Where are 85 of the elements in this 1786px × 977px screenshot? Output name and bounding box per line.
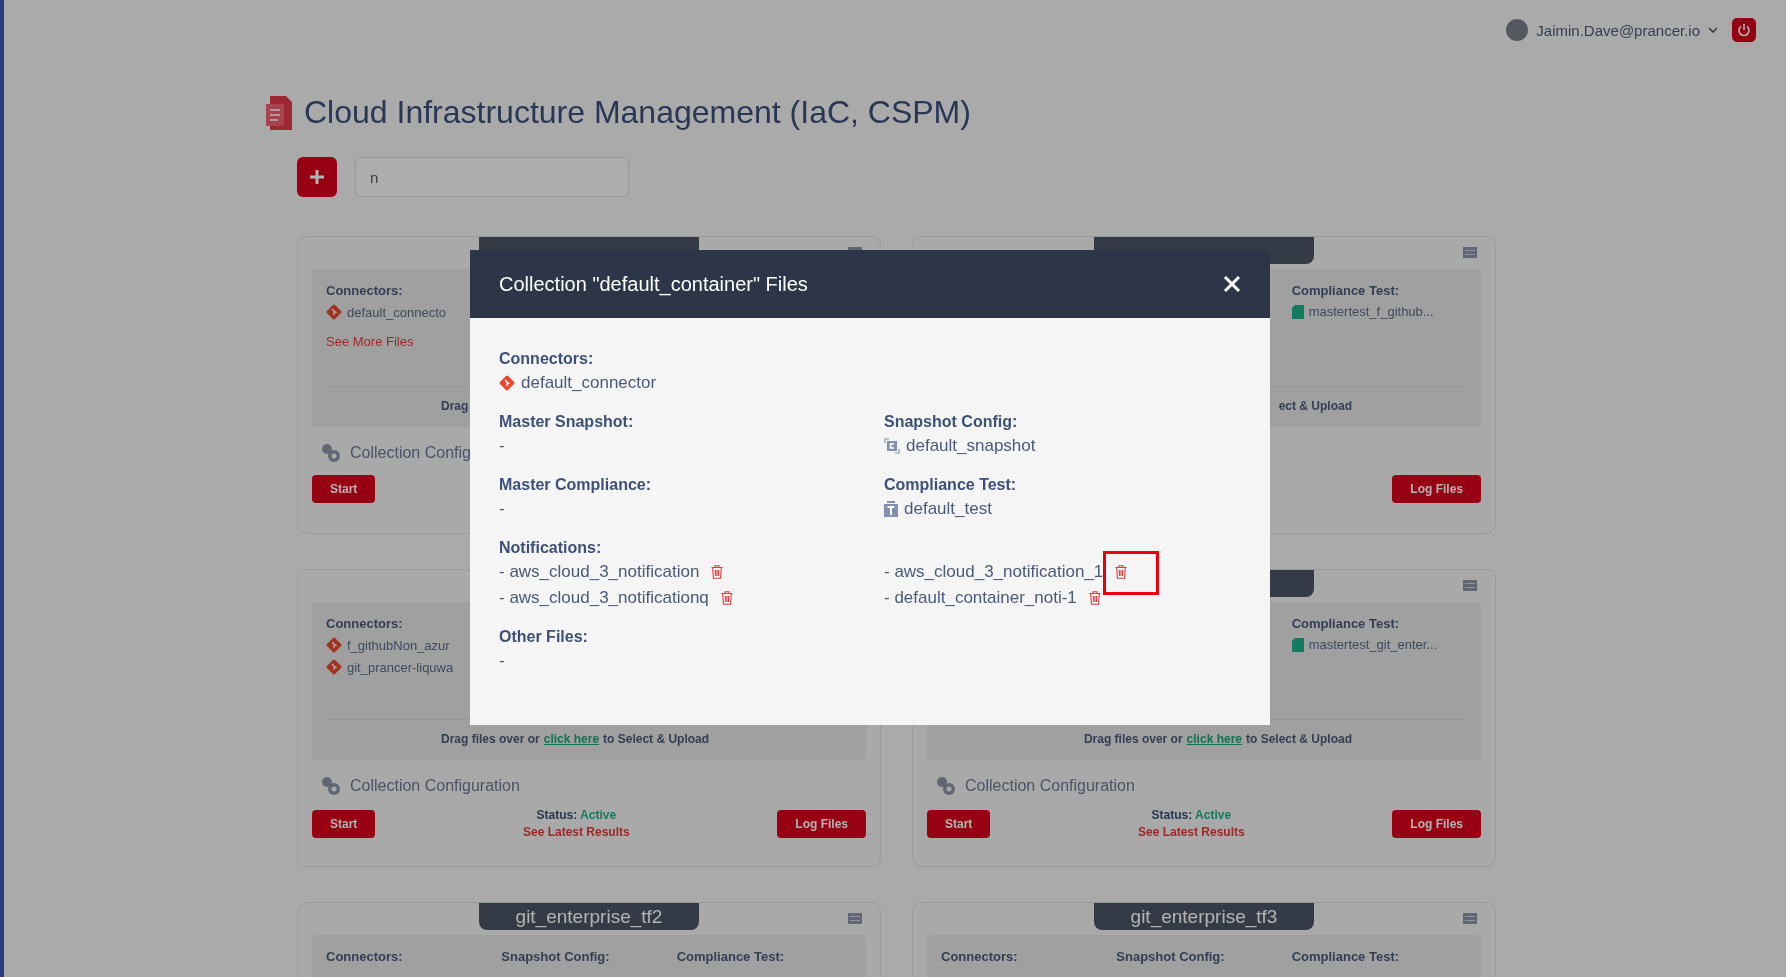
file-icon xyxy=(1291,304,1304,319)
add-button[interactable] xyxy=(297,157,337,197)
status-value: Active xyxy=(1195,808,1232,822)
upload-link[interactable]: click here xyxy=(1186,732,1242,746)
snapshot-label: Snapshot Config: xyxy=(501,949,611,964)
caret-icon[interactable] xyxy=(1708,27,1718,33)
drop-hint: Drag xyxy=(441,399,469,413)
connector-name: f_githubNon_azur xyxy=(347,637,450,653)
trash-icon[interactable] xyxy=(1088,591,1101,605)
collection-title: git_enterprise_tf3 xyxy=(1094,903,1314,930)
connectors-label: Connectors: xyxy=(941,949,1019,964)
search-field[interactable]: n xyxy=(355,157,629,197)
field-label: Snapshot Config: xyxy=(884,412,1019,432)
start-button[interactable]: Start xyxy=(927,809,991,838)
start-button[interactable]: Start xyxy=(312,475,376,503)
gears-icon xyxy=(320,775,342,797)
field-label: Master Snapshot: xyxy=(499,412,635,432)
file-name: - xyxy=(499,435,505,457)
diamond-icon xyxy=(326,637,342,653)
status-label: Status: xyxy=(536,808,578,822)
drop-hint: Drag files over or xyxy=(441,732,540,746)
diamond-icon xyxy=(326,304,342,320)
drop-hint: to Select & Upload xyxy=(603,732,710,746)
results-link[interactable]: See Latest Results xyxy=(1137,825,1245,839)
connectors-label: Connectors: xyxy=(326,949,404,964)
status-value: Active xyxy=(580,808,617,822)
configuration-label: Collection Configuration xyxy=(965,777,1135,795)
compliance-label: Compliance Test: xyxy=(676,949,786,964)
connectors-label: Connectors: xyxy=(326,283,404,298)
file-name: - xyxy=(499,498,505,520)
field-label: Other Files: xyxy=(499,627,589,647)
snapshot-icon xyxy=(884,438,900,454)
connectors-label: Connectors: xyxy=(326,616,404,631)
file-name: - aws_cloud_3_notification xyxy=(499,561,700,583)
configuration-label: Collection Configuration xyxy=(350,777,520,795)
file-name: default_test xyxy=(904,498,992,520)
field-label: Connectors: xyxy=(499,349,595,369)
field-label: Master Compliance: xyxy=(499,475,653,495)
drop-hint: to Select & Upload xyxy=(1246,732,1352,746)
trash-icon[interactable] xyxy=(711,565,724,579)
status-label: Status: xyxy=(1151,808,1193,822)
page-title: Cloud Infrastructure Management (IaC, CSPM) xyxy=(304,94,971,131)
file-name: - aws_cloud_3_notification_1 xyxy=(884,561,1104,583)
log-files-button[interactable]: Log Files xyxy=(1392,475,1481,503)
diamond-icon xyxy=(326,659,342,675)
see-more-link[interactable]: See More Files xyxy=(326,334,414,349)
plus-icon xyxy=(309,169,325,185)
results-link[interactable]: See Latest Results xyxy=(522,825,630,839)
drop-hint: Drag files over or xyxy=(1083,732,1183,746)
compliance-label: Compliance Test: xyxy=(1291,949,1401,964)
dialog-title: Collection "default_container" Files xyxy=(499,272,808,296)
drop-hint: ect & Upload xyxy=(1278,399,1352,413)
gears-icon xyxy=(320,442,342,464)
user-email[interactable]: Jaimin.Dave@prancer.io xyxy=(1536,21,1700,39)
file-name: default_connector xyxy=(521,372,657,394)
log-files-button[interactable]: Log Files xyxy=(777,809,866,838)
start-button[interactable]: Start xyxy=(312,809,376,838)
upload-link[interactable]: click here xyxy=(543,732,600,746)
close-button[interactable] xyxy=(1223,275,1241,293)
test-name: mastertest_f_github... xyxy=(1308,304,1434,319)
file-icon xyxy=(1291,637,1304,652)
snapshot-label: Snapshot Config: xyxy=(1116,949,1226,964)
configuration-label: Collection Config xyxy=(350,444,471,462)
document-icon xyxy=(266,95,292,130)
logout-button[interactable] xyxy=(1732,18,1756,42)
compliance-label: Compliance Test: xyxy=(1291,616,1401,631)
test-name: mastertest_git_enter... xyxy=(1308,637,1438,652)
diamond-icon xyxy=(499,375,515,391)
field-label: Compliance Test: xyxy=(884,475,1018,495)
file-name: - default_container_noti-1 xyxy=(884,587,1077,609)
file-name: - aws_cloud_3_notificationq xyxy=(499,587,709,609)
gears-icon xyxy=(935,775,957,797)
collection-title: git_enterprise_tf2 xyxy=(479,903,699,930)
connector-name: default_connecto xyxy=(347,304,447,320)
avatar-icon[interactable] xyxy=(1506,19,1529,41)
connector-name: git_prancer-liquwa xyxy=(347,659,454,675)
file-name: - xyxy=(499,650,505,672)
compliance-label: Compliance Test: xyxy=(1291,283,1401,298)
field-label: Notifications: xyxy=(499,538,603,558)
log-files-button[interactable]: Log Files xyxy=(1392,809,1481,838)
trash-icon[interactable] xyxy=(1115,565,1128,579)
power-icon xyxy=(1737,23,1751,37)
file-name: default_snapshot xyxy=(906,435,1036,457)
test-file-icon xyxy=(884,501,898,517)
trash-icon[interactable] xyxy=(720,591,733,605)
